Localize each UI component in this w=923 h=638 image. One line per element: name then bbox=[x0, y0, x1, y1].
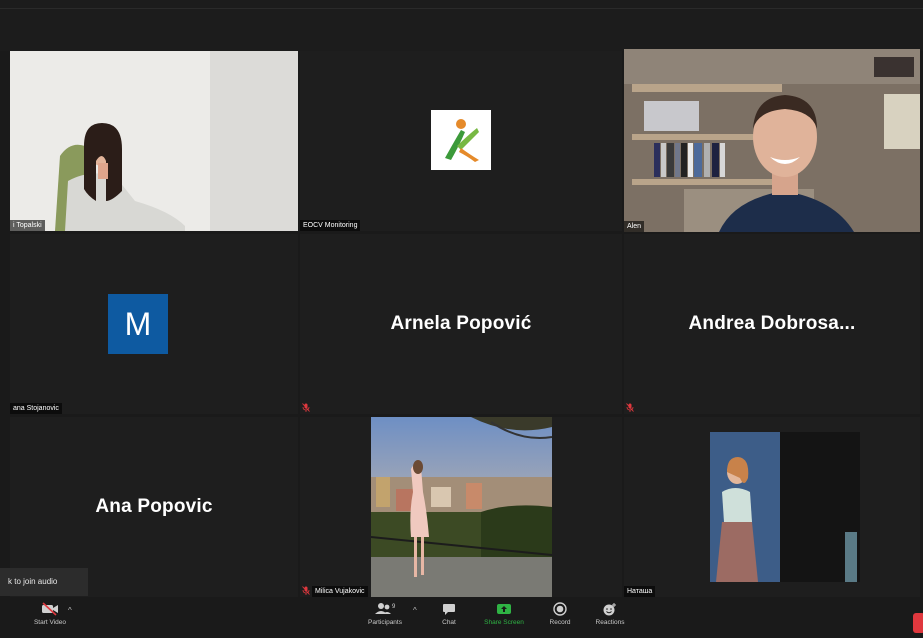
participants-count: 9 bbox=[392, 604, 396, 610]
participants-label: Participants bbox=[368, 619, 402, 626]
record-icon bbox=[553, 602, 567, 616]
chat-label: Chat bbox=[442, 619, 456, 626]
participant-name-label: Alen bbox=[624, 221, 645, 232]
participant-video-alen bbox=[624, 49, 920, 232]
top-divider bbox=[0, 8, 923, 9]
participants-options-chevron-icon[interactable]: ^ bbox=[413, 606, 417, 615]
video-off-icon bbox=[42, 602, 58, 616]
participant-big-name: Ana Popovic bbox=[95, 496, 213, 517]
record-button[interactable]: Record bbox=[543, 602, 577, 626]
video-tile-topalski[interactable]: i Topalski bbox=[10, 51, 298, 231]
participant-avatar: M bbox=[108, 294, 168, 354]
video-tile-stojanovic[interactable]: M ana Stojanovic bbox=[10, 234, 298, 414]
eocv-logo-icon bbox=[431, 110, 491, 170]
mic-muted-icon bbox=[626, 403, 634, 412]
participant-video-topalski bbox=[10, 51, 298, 231]
participant-name-label: ana Stojanovic bbox=[10, 403, 62, 414]
video-tile-alen[interactable]: Alen bbox=[624, 49, 920, 232]
end-meeting-button[interactable] bbox=[913, 613, 923, 633]
video-tile-eocv[interactable]: EOCV Monitoring bbox=[300, 51, 622, 231]
chat-button[interactable]: Chat bbox=[432, 602, 466, 626]
participant-big-name: Arnela Popović bbox=[390, 313, 532, 334]
meeting-toolbar: Start Video ^ 9 Participants ^ Chat Shar… bbox=[0, 598, 923, 638]
start-video-label: Start Video bbox=[33, 619, 67, 626]
participant-name-label: Milica Vujakovic bbox=[312, 586, 368, 597]
participant-big-name: Andrea Dobrosa... bbox=[688, 313, 856, 334]
share-screen-icon bbox=[497, 604, 511, 614]
participant-name-label: EOCV Monitoring bbox=[300, 220, 361, 231]
reactions-icon bbox=[603, 603, 616, 616]
start-video-button[interactable]: Start Video bbox=[28, 602, 72, 626]
video-tile-andrea[interactable]: Andrea Dobrosa... bbox=[624, 234, 920, 414]
video-tile-arnela[interactable]: Arnela Popović bbox=[300, 234, 622, 414]
chat-icon bbox=[443, 604, 455, 615]
record-label: Record bbox=[549, 619, 571, 626]
video-tile-natasha[interactable]: Наташа bbox=[624, 417, 920, 597]
participant-name-label: i Topalski bbox=[10, 220, 45, 231]
participants-button[interactable]: 9 Participants bbox=[362, 602, 408, 626]
reactions-label: Reactions bbox=[595, 619, 625, 626]
video-options-chevron-icon[interactable]: ^ bbox=[68, 606, 72, 615]
mic-muted-icon bbox=[302, 586, 310, 595]
mic-muted-icon bbox=[302, 403, 310, 412]
participant-video-natasha bbox=[710, 432, 860, 582]
video-tile-milica[interactable]: Milica Vujakovic bbox=[300, 417, 622, 597]
participant-video-milica bbox=[371, 417, 552, 597]
share-screen-button[interactable]: Share Screen bbox=[480, 602, 528, 626]
reactions-button[interactable]: Reactions bbox=[590, 602, 630, 626]
join-audio-toast[interactable]: k to join audio bbox=[0, 568, 88, 596]
participants-icon: 9 bbox=[375, 603, 396, 614]
share-screen-label: Share Screen bbox=[484, 619, 524, 626]
participant-name-label: Наташа bbox=[624, 586, 656, 597]
